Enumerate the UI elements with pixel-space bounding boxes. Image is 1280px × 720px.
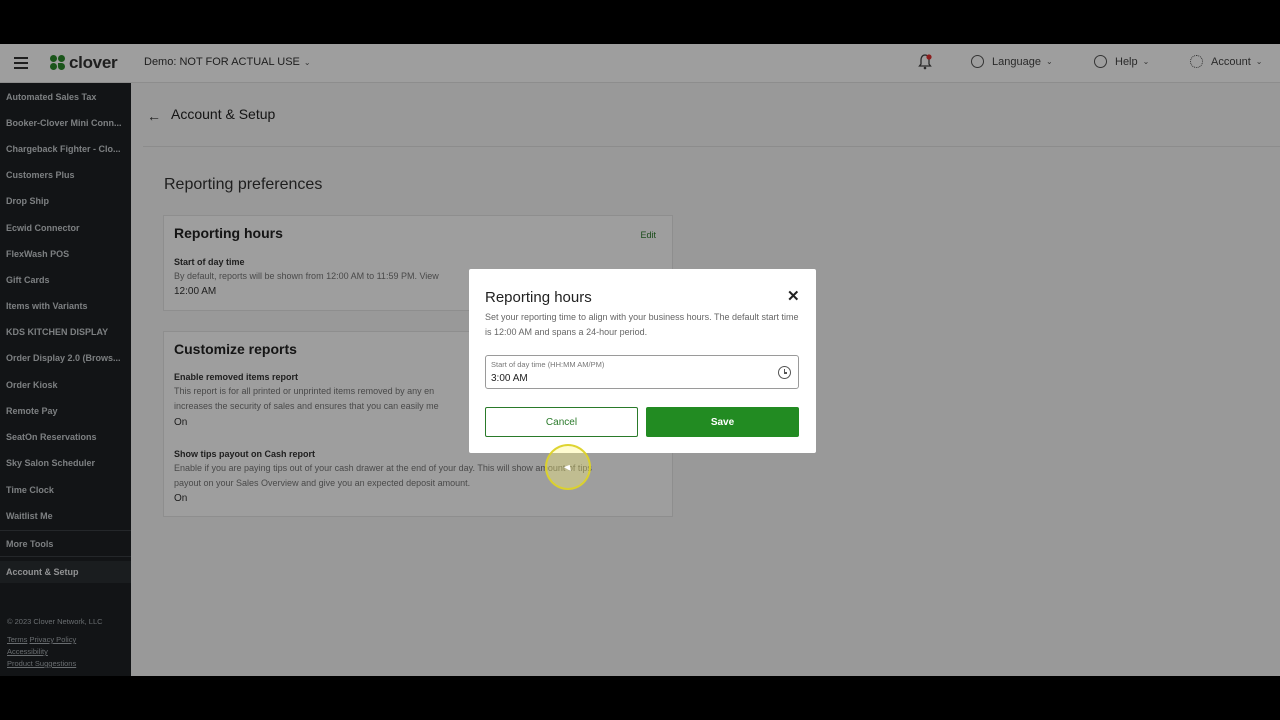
close-icon[interactable]: ✕ [787, 287, 800, 305]
field-label: Start of day time (HH:MM AM/PM) [491, 360, 605, 369]
start-of-day-field[interactable]: Start of day time (HH:MM AM/PM) [485, 355, 799, 389]
reporting-hours-modal: Reporting hours ✕ Set your reporting tim… [469, 269, 816, 453]
app-window: clover Demo: NOT FOR ACTUAL USE ⌄ Languag… [0, 44, 1280, 676]
start-of-day-input[interactable] [491, 373, 761, 384]
save-button[interactable]: Save [646, 407, 799, 437]
modal-description: Set your reporting time to align with yo… [485, 312, 799, 337]
clock-icon[interactable] [778, 366, 791, 379]
modal-title: Reporting hours [485, 289, 592, 306]
cancel-button[interactable]: Cancel [485, 407, 638, 437]
